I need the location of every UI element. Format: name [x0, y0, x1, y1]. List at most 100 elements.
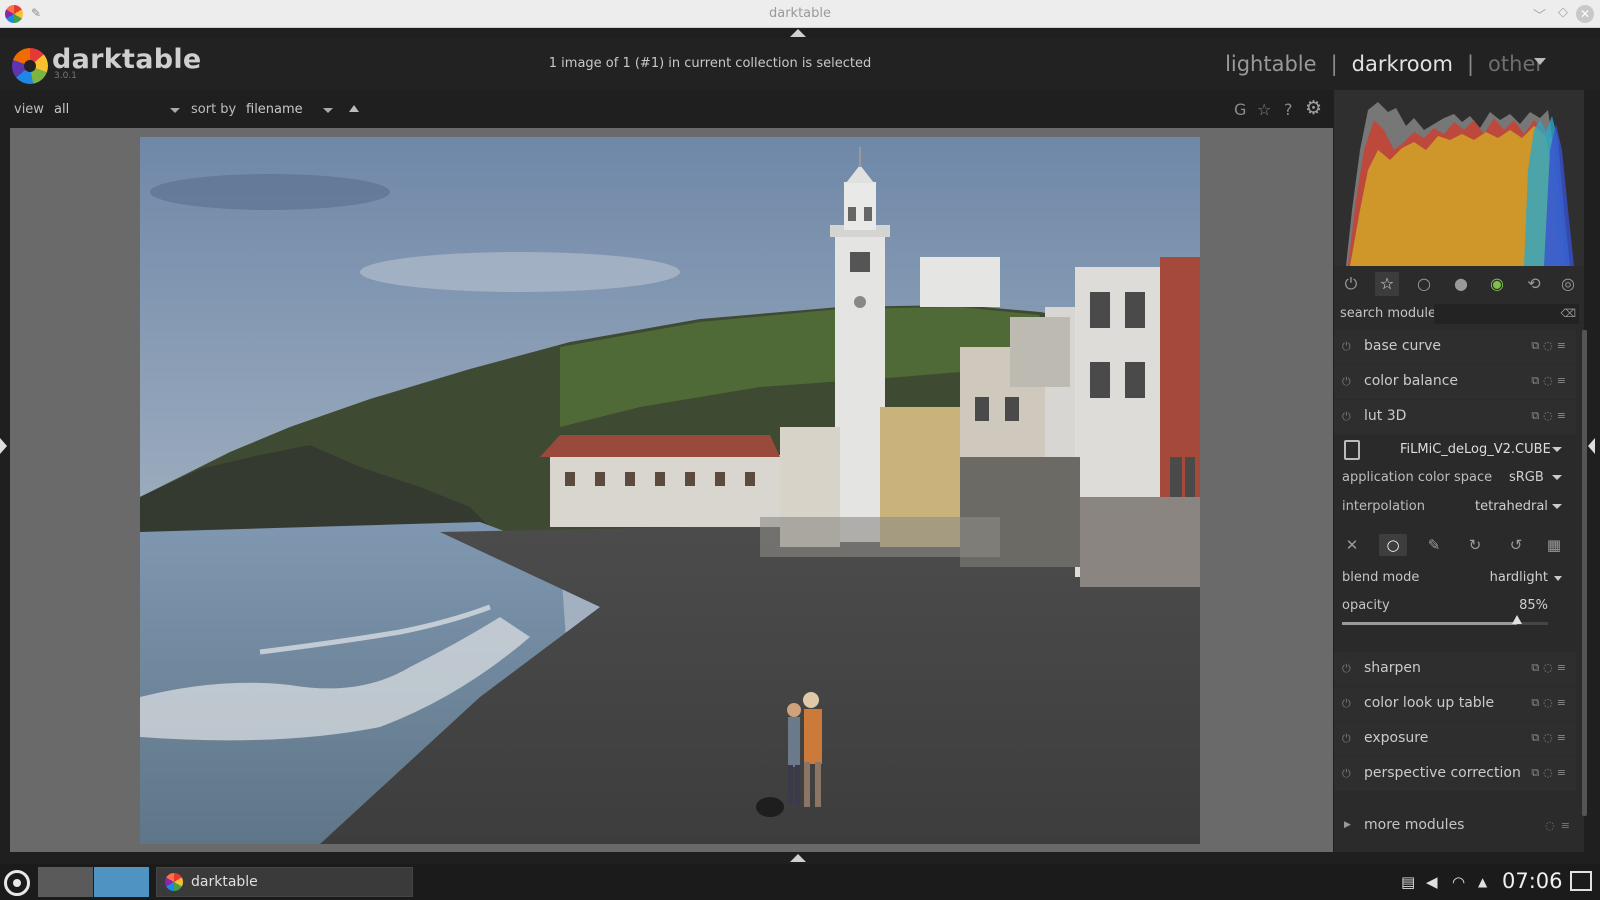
module-tools-icons[interactable]: ⧉◌≡ — [1531, 696, 1570, 710]
clock[interactable]: 07:06 — [1502, 869, 1563, 893]
sort-order-icon[interactable] — [349, 105, 359, 112]
preferences-gear-icon[interactable]: ⚙ — [1305, 97, 1322, 119]
module-tools-icons[interactable]: ⧉◌≡ — [1531, 661, 1570, 675]
blend-drawn-parametric-icon[interactable]: ↺ — [1502, 534, 1530, 556]
module-sharpen[interactable]: ⏻ sharpen ⧉◌≡ — [1334, 652, 1576, 686]
help-icon[interactable]: ? — [1284, 100, 1293, 119]
view-filter-dropdown-icon[interactable] — [170, 108, 180, 113]
basic-group-circle-icon[interactable]: ○ — [1412, 272, 1436, 296]
module-base-curve[interactable]: ⏻ base curve ⧉◌≡ — [1334, 330, 1576, 364]
clipboard-icon[interactable]: ▤ — [1401, 873, 1415, 891]
module-name: color look up table — [1364, 695, 1495, 711]
blend-drawn-mask-icon[interactable]: ✎ — [1420, 534, 1448, 556]
module-exposure[interactable]: ⏻ exposure ⧉◌≡ — [1334, 722, 1576, 756]
module-name: lut 3D — [1364, 408, 1407, 424]
interpolation-label: interpolation — [1342, 499, 1425, 514]
workspace-1[interactable] — [38, 867, 93, 897]
lut3d-file-section: FiLMiC_deLog_V2.CUBE application color s… — [1334, 435, 1576, 527]
opacity-value: 85% — [1519, 598, 1548, 613]
blend-parametric-icon[interactable]: ↻ — [1461, 534, 1489, 556]
file-icon[interactable] — [1344, 440, 1360, 460]
search-module-input[interactable] — [1434, 304, 1579, 324]
collapse-top-panel-arrow-icon[interactable] — [790, 29, 806, 37]
module-power-icon[interactable]: ⏻ — [1342, 767, 1351, 781]
application-color-space-select[interactable]: sRGB — [1509, 470, 1544, 485]
views-dropdown-icon[interactable] — [1534, 58, 1546, 65]
right-panel: ⏻ ☆ ○ ● ◉ ⟲ ◎ search module ⌫ ⏻ base cur… — [1334, 90, 1584, 852]
module-lut-3d[interactable]: ⏻ lut 3D ⧉◌≡ — [1334, 400, 1576, 434]
overlays-star-icon[interactable]: ☆ — [1257, 100, 1271, 119]
module-tools-icons[interactable]: ⧉◌≡ — [1531, 766, 1570, 780]
module-power-icon[interactable]: ⏻ — [1342, 662, 1351, 676]
module-color-look-up-table[interactable]: ⏻ color look up table ⧉◌≡ — [1334, 687, 1576, 721]
module-scrollbar[interactable] — [1582, 330, 1587, 816]
sort-dropdown-icon[interactable] — [323, 108, 333, 113]
module-tools-icons[interactable]: ⧉◌≡ — [1531, 374, 1570, 388]
color-space-dropdown-icon[interactable] — [1552, 475, 1562, 480]
expand-left-panel-arrow-icon[interactable] — [0, 438, 7, 454]
module-power-icon[interactable]: ⏻ — [1342, 410, 1351, 424]
darktable-logo-icon — [12, 48, 48, 84]
tone-group-icon[interactable]: ● — [1449, 272, 1473, 296]
view-filter-select[interactable]: all — [54, 102, 69, 117]
wifi-icon[interactable]: ◠ — [1452, 873, 1465, 891]
blend-off-icon[interactable]: ✕ — [1338, 534, 1366, 556]
module-power-icon[interactable]: ⏻ — [1342, 697, 1351, 711]
module-name: sharpen — [1364, 660, 1421, 676]
sort-select[interactable]: filename — [246, 102, 303, 117]
module-perspective-correction[interactable]: ⏻ perspective correction ⧉◌≡ — [1334, 757, 1576, 791]
module-name: perspective correction — [1364, 765, 1521, 781]
favorites-star-icon[interactable]: ☆ — [1375, 272, 1399, 296]
lut-file-dropdown-icon[interactable] — [1552, 447, 1562, 452]
color-group-icon[interactable]: ◉ — [1485, 272, 1509, 296]
module-power-icon[interactable]: ⏻ — [1342, 375, 1351, 389]
module-power-icon[interactable]: ⏻ — [1342, 340, 1351, 354]
collapse-right-panel-arrow-icon[interactable] — [1588, 438, 1595, 454]
window-titlebar: ✎ darktable ﹀ ◇ ✕ — [0, 0, 1600, 28]
clear-search-icon[interactable]: ⌫ — [1560, 307, 1576, 320]
photo[interactable] — [140, 137, 1200, 844]
show-desktop-icon[interactable] — [1570, 871, 1592, 891]
module-color-balance[interactable]: ⏻ color balance ⧉◌≡ — [1334, 365, 1576, 399]
grouping-icon[interactable]: G — [1234, 100, 1246, 119]
collection-status: 1 image of 1 (#1) in current collection … — [548, 56, 872, 71]
collapse-bottom-panel-arrow-icon[interactable] — [790, 854, 806, 862]
module-tools-icons[interactable]: ⧉◌≡ — [1531, 731, 1570, 745]
module-tools-icons[interactable]: ⧉◌≡ — [1531, 339, 1570, 353]
version-label: 3.0.1 — [54, 71, 77, 81]
effect-group-icon[interactable]: ◎ — [1556, 272, 1580, 296]
expand-arrow-icon[interactable]: ▶ — [1344, 820, 1351, 830]
module-tools-icons[interactable]: ⧉◌≡ — [1531, 409, 1570, 423]
blend-raster-icon[interactable]: ▦ — [1540, 534, 1568, 556]
view-lighttable[interactable]: lightable — [1225, 52, 1317, 76]
view-separator: | — [1466, 52, 1475, 76]
maximize-button[interactable]: ◇ — [1558, 5, 1568, 20]
module-name: color balance — [1364, 373, 1459, 389]
interpolation-select[interactable]: tetrahedral — [1475, 499, 1548, 514]
blend-mode-select[interactable]: hardlight — [1490, 570, 1548, 585]
tray-expand-icon[interactable]: ▲ — [1478, 875, 1487, 889]
sort-label: sort by — [191, 102, 237, 117]
minimize-button[interactable]: ﹀ — [1533, 5, 1546, 24]
close-button[interactable]: ✕ — [1576, 5, 1594, 23]
blend-mode-row[interactable]: blend mode hardlight — [1342, 567, 1562, 589]
blend-uniform-icon[interactable]: ○ — [1379, 534, 1407, 556]
workspace-2[interactable] — [94, 867, 149, 897]
more-modules-row[interactable]: ▶ more modules ◌≡ — [1334, 815, 1584, 841]
blend-mode-dropdown-icon[interactable] — [1554, 576, 1562, 581]
interpolation-dropdown-icon[interactable] — [1552, 504, 1562, 509]
taskbar-darktable-item[interactable]: darktable — [156, 867, 413, 897]
correct-group-icon[interactable]: ⟲ — [1522, 272, 1546, 296]
view-filter-label: view — [14, 102, 44, 117]
lut-file-select[interactable]: FiLMiC_deLog_V2.CUBE — [1400, 442, 1551, 457]
task-label: darktable — [191, 874, 258, 890]
active-modules-power-icon[interactable]: ⏻ — [1339, 272, 1363, 296]
volume-icon[interactable]: ◀ — [1426, 873, 1438, 891]
start-menu-icon[interactable] — [4, 870, 30, 896]
more-modules-tools-icons[interactable]: ◌≡ — [1545, 819, 1576, 832]
opacity-slider-handle[interactable] — [1512, 615, 1523, 624]
opacity-slider[interactable] — [1342, 615, 1548, 625]
view-darkroom[interactable]: darkroom — [1352, 52, 1453, 76]
histogram[interactable] — [1334, 90, 1584, 266]
module-power-icon[interactable]: ⏻ — [1342, 732, 1351, 746]
